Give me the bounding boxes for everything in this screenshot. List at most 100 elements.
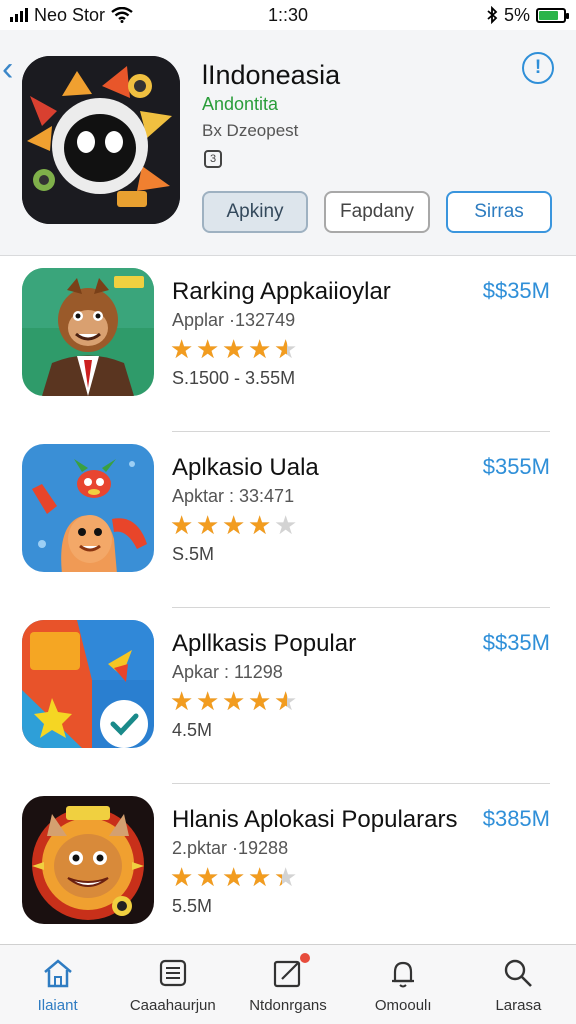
star-icon: ★★ xyxy=(196,688,222,714)
battery-level xyxy=(539,10,559,20)
status-time: 1::30 xyxy=(268,4,309,25)
star-icon: ★★ xyxy=(222,864,248,890)
status-right: 5% xyxy=(486,4,569,26)
star-fill: ★ xyxy=(196,512,220,538)
list-item[interactable]: Rarking Appkaiioylar $$35M Applar ·13274… xyxy=(0,256,576,432)
battery-percent: 5% xyxy=(503,4,530,25)
tab-bar: Ilaiant Caaahaurjun Ntdonrgans Omooulı L… xyxy=(0,944,576,1024)
star-rating: ★★★★★★★★★★ xyxy=(170,336,300,362)
app-size: 4.5M xyxy=(172,720,213,740)
app-header: ‹ lIndoneasia Andontita Bx Dzeopest 3 ! … xyxy=(0,30,576,256)
star-icon: ★★ xyxy=(222,688,248,714)
monkey-businessman-icon xyxy=(22,268,154,396)
star-fill: ★ xyxy=(222,688,246,714)
back-chevron-icon[interactable]: ‹ xyxy=(2,52,13,86)
list-item[interactable]: Apllkasis Popular $$35M Apkar : 11298 ★ ★… xyxy=(0,608,576,784)
app-icon xyxy=(22,620,154,748)
app-size: 5.5M xyxy=(172,896,213,916)
secondary-button[interactable]: Fapdany xyxy=(324,191,430,233)
app-list: Rarking Appkaiioylar $$35M Applar ·13274… xyxy=(0,256,576,960)
bluetooth-icon xyxy=(487,6,498,24)
tab-label: Omooulı xyxy=(374,997,432,1014)
star-icon: ★★ xyxy=(222,336,248,362)
star-fill: ★ xyxy=(196,864,220,890)
app-meta: Applar ·132749 xyxy=(172,310,296,330)
status-left: Neo Stor xyxy=(10,5,133,26)
star-icon: ★★ xyxy=(222,512,248,538)
star-icon: ★★ xyxy=(170,688,196,714)
tab-search[interactable]: Larasa xyxy=(461,945,576,1024)
age-rating-icon: 3 xyxy=(204,150,222,168)
app-title: Aplkasio Uala xyxy=(172,454,319,481)
star-fill: ★ xyxy=(248,336,272,362)
app-price[interactable]: $385M xyxy=(483,806,550,832)
bell-icon xyxy=(392,961,415,988)
star-fill: ★ xyxy=(170,336,194,362)
app-icon xyxy=(22,268,154,396)
tribal-mask-icon xyxy=(22,796,154,924)
primary-button[interactable]: Apkiny xyxy=(202,191,308,233)
tab-news[interactable]: Caaahaurjun xyxy=(115,945,230,1024)
star-fill: ★ xyxy=(248,512,272,538)
app-developer[interactable]: Andontita xyxy=(202,94,278,115)
status-bar: Neo Stor 1::30 5% xyxy=(0,0,576,30)
cartoon-characters-icon xyxy=(22,444,154,572)
star-fill: ★ xyxy=(222,512,246,538)
star-fill: ★ xyxy=(274,864,282,890)
star-rating: ★★★★★★★★★★ xyxy=(170,512,300,538)
header-buttons: Apkiny Fapdany Sirras xyxy=(202,191,552,233)
list-item[interactable]: Aplkasio Uala $355M Apktar : 33:471 ★ ★ ★ ★… xyxy=(0,432,576,608)
signal-icon xyxy=(10,8,28,22)
app-meta: Apkar : 11298 xyxy=(172,662,283,682)
home-icon xyxy=(43,959,72,988)
star-icon: ★★ xyxy=(248,512,274,538)
mascot-logo-icon xyxy=(22,56,180,224)
tab-label: Larasa xyxy=(495,997,542,1014)
star-icon: ★★ xyxy=(274,334,298,364)
star-icon: ★★ xyxy=(196,864,222,890)
star-icon: ★★ xyxy=(274,862,298,892)
wifi-icon xyxy=(111,7,133,23)
star-fill: ★ xyxy=(170,512,194,538)
app-title: Hlanis Aplokasi Popularars xyxy=(172,806,458,833)
star-fill: ★ xyxy=(196,336,220,362)
star-fill: ★ xyxy=(274,336,287,362)
list-item[interactable]: Hlanis Aplokasi Popularars $385M 2.pktar… xyxy=(0,784,576,960)
accent-button[interactable]: Sirras xyxy=(446,191,552,233)
app-price[interactable]: $$35M xyxy=(483,630,550,656)
app-meta: 2.pktar ·19288 xyxy=(172,838,289,858)
star-icon: ★★ xyxy=(248,688,274,714)
star-fill: ★ xyxy=(248,864,272,890)
app-icon-large xyxy=(22,56,180,224)
star-icon: ★★ xyxy=(274,510,298,540)
star-fill: ★ xyxy=(196,688,220,714)
tab-label: Caaahaurjun xyxy=(129,997,216,1014)
info-icon[interactable]: ! xyxy=(522,52,554,84)
tab-home[interactable]: Ilaiant xyxy=(0,945,115,1024)
tab-notifications[interactable]: Omooulı xyxy=(346,945,461,1024)
search-icon xyxy=(505,959,533,987)
app-icon xyxy=(22,796,154,924)
star-fill: ★ xyxy=(222,864,246,890)
app-price[interactable]: $355M xyxy=(483,454,550,480)
star-rating: ★★★★★★★★★★ xyxy=(170,688,300,714)
app-size: S.5M xyxy=(172,544,215,564)
star-icon: ★★ xyxy=(170,864,196,890)
app-price[interactable]: $$35M xyxy=(483,278,550,304)
star-fill: ★ xyxy=(274,688,287,714)
app-title: Rarking Appkaiioylar xyxy=(172,278,391,305)
star-icon: ★★ xyxy=(170,512,196,538)
app-size: S.1500 - 3.55M xyxy=(172,368,296,388)
star-icon: ★★ xyxy=(196,512,222,538)
star-icon: ★★ xyxy=(170,336,196,362)
star-fill: ★ xyxy=(170,688,194,714)
star-icon: ★★ xyxy=(196,336,222,362)
app-title: Apllkasis Popular xyxy=(172,630,357,657)
app-icon xyxy=(22,444,154,572)
notification-dot xyxy=(299,953,310,963)
star-rating: ★★★★★★★★★★ xyxy=(170,864,300,890)
carrier-label: Neo Stor xyxy=(34,4,106,25)
news-icon xyxy=(159,959,186,987)
tab-edit[interactable]: Ntdonrgans xyxy=(230,945,345,1024)
star-fill: ★ xyxy=(222,336,246,362)
